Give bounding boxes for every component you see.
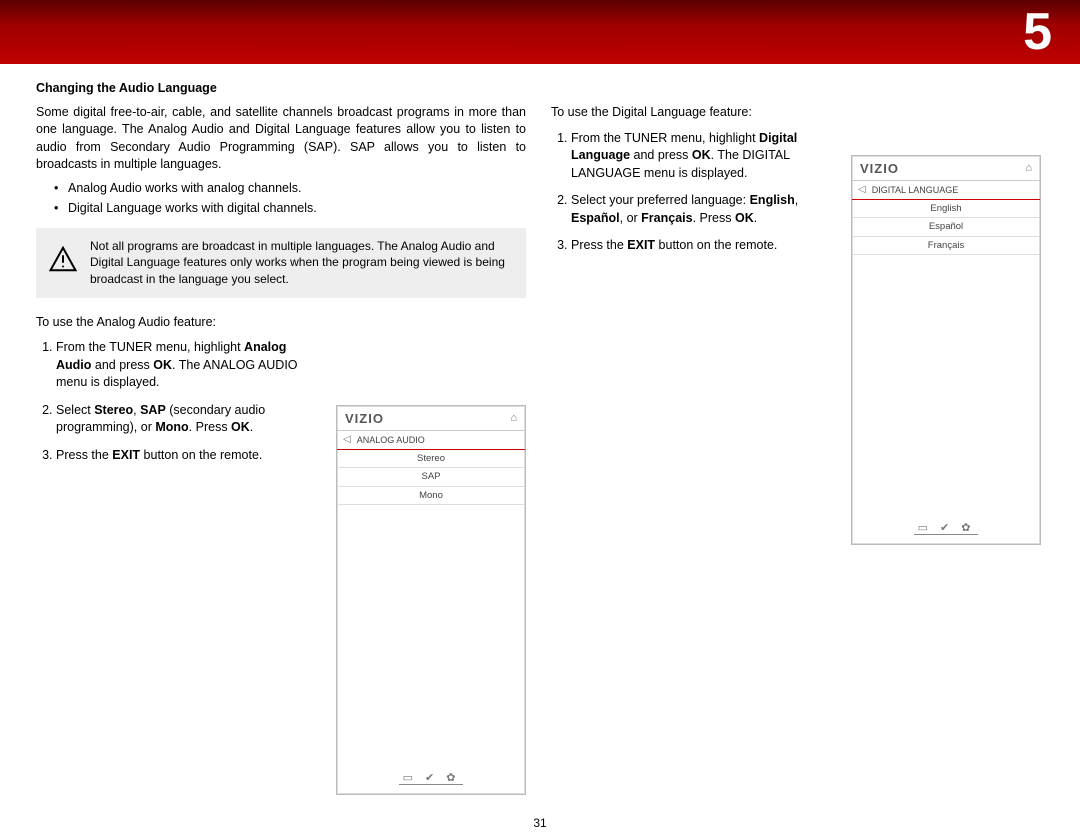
- column-right: To use the Digital Language feature: Fro…: [551, 80, 1041, 265]
- page-number: 31: [533, 816, 546, 830]
- tv-menu-item-francais: Français: [852, 237, 1040, 255]
- back-icon: ◁: [343, 433, 351, 447]
- digital-step-2: Select your preferred language: English,…: [571, 192, 836, 227]
- chapter-header-bar: 5: [0, 0, 1080, 64]
- tv-menu-footer-icons: ▭✔✿: [337, 771, 525, 786]
- warning-text: Not all programs are broadcast in multip…: [90, 238, 510, 288]
- section-heading: Changing the Audio Language: [36, 80, 526, 98]
- tv-menu-item-stereo: Stereo: [337, 450, 525, 468]
- column-left: Changing the Audio Language Some digital…: [36, 80, 526, 474]
- wide-icon: ▭: [399, 772, 421, 785]
- digital-step-3: Press the EXIT button on the remote.: [571, 237, 836, 255]
- chapter-number: 5: [1023, 2, 1052, 62]
- analog-step-3: Press the EXIT button on the remote.: [56, 447, 321, 465]
- tv-menu-item-english: English: [852, 200, 1040, 218]
- bullet-analog: Analog Audio works with analog channels.: [68, 180, 526, 198]
- tv-menu-analog: VIZIO ⌂ ◁ ANALOG AUDIO Stereo SAP Mono ▭…: [336, 405, 526, 795]
- vizio-logo: VIZIO: [860, 160, 899, 178]
- tv-menu-item-mono: Mono: [337, 487, 525, 505]
- back-icon: ◁: [858, 183, 866, 197]
- tv-menu-list: Stereo SAP Mono: [337, 450, 525, 505]
- tv-menu-header: VIZIO ⌂: [852, 156, 1040, 180]
- home-icon: ⌂: [510, 411, 517, 426]
- home-icon: ⌂: [1025, 161, 1032, 176]
- tv-menu-item-sap: SAP: [337, 468, 525, 486]
- tv-menu-footer-icons: ▭✔✿: [852, 521, 1040, 536]
- tv-menu-list: English Español Français: [852, 200, 1040, 255]
- tv-menu-digital: VIZIO ⌂ ◁ DIGITAL LANGUAGE English Españ…: [851, 155, 1041, 545]
- intro-paragraph: Some digital free-to-air, cable, and sat…: [36, 104, 526, 174]
- warning-box: Not all programs are broadcast in multip…: [36, 228, 526, 298]
- analog-step-2: Select Stereo, SAP (secondary audio prog…: [56, 402, 321, 437]
- tv-menu-header: VIZIO ⌂: [337, 406, 525, 430]
- analog-step-1: From the TUNER menu, highlight Analog Au…: [56, 339, 321, 392]
- bullet-digital: Digital Language works with digital chan…: [68, 200, 526, 218]
- vizio-logo: VIZIO: [345, 410, 384, 428]
- page-content: Changing the Audio Language Some digital…: [36, 80, 1044, 834]
- gear-icon: ✿: [442, 772, 463, 785]
- digital-intro: To use the Digital Language feature:: [551, 104, 1041, 122]
- v-icon: ✔: [421, 772, 442, 785]
- digital-step-1: From the TUNER menu, highlight Digital L…: [571, 130, 836, 183]
- tv-menu-subheader: ◁ DIGITAL LANGUAGE: [852, 180, 1040, 200]
- gear-icon: ✿: [957, 522, 978, 535]
- tv-menu-item-espanol: Español: [852, 218, 1040, 236]
- feature-bullets: Analog Audio works with analog channels.…: [68, 180, 526, 218]
- warning-icon: [46, 238, 80, 274]
- wide-icon: ▭: [914, 522, 936, 535]
- tv-menu-subheader: ◁ ANALOG AUDIO: [337, 430, 525, 450]
- analog-intro: To use the Analog Audio feature:: [36, 314, 526, 332]
- tv-menu-title: ANALOG AUDIO: [357, 434, 425, 447]
- tv-menu-title: DIGITAL LANGUAGE: [872, 184, 959, 197]
- v-icon: ✔: [936, 522, 957, 535]
